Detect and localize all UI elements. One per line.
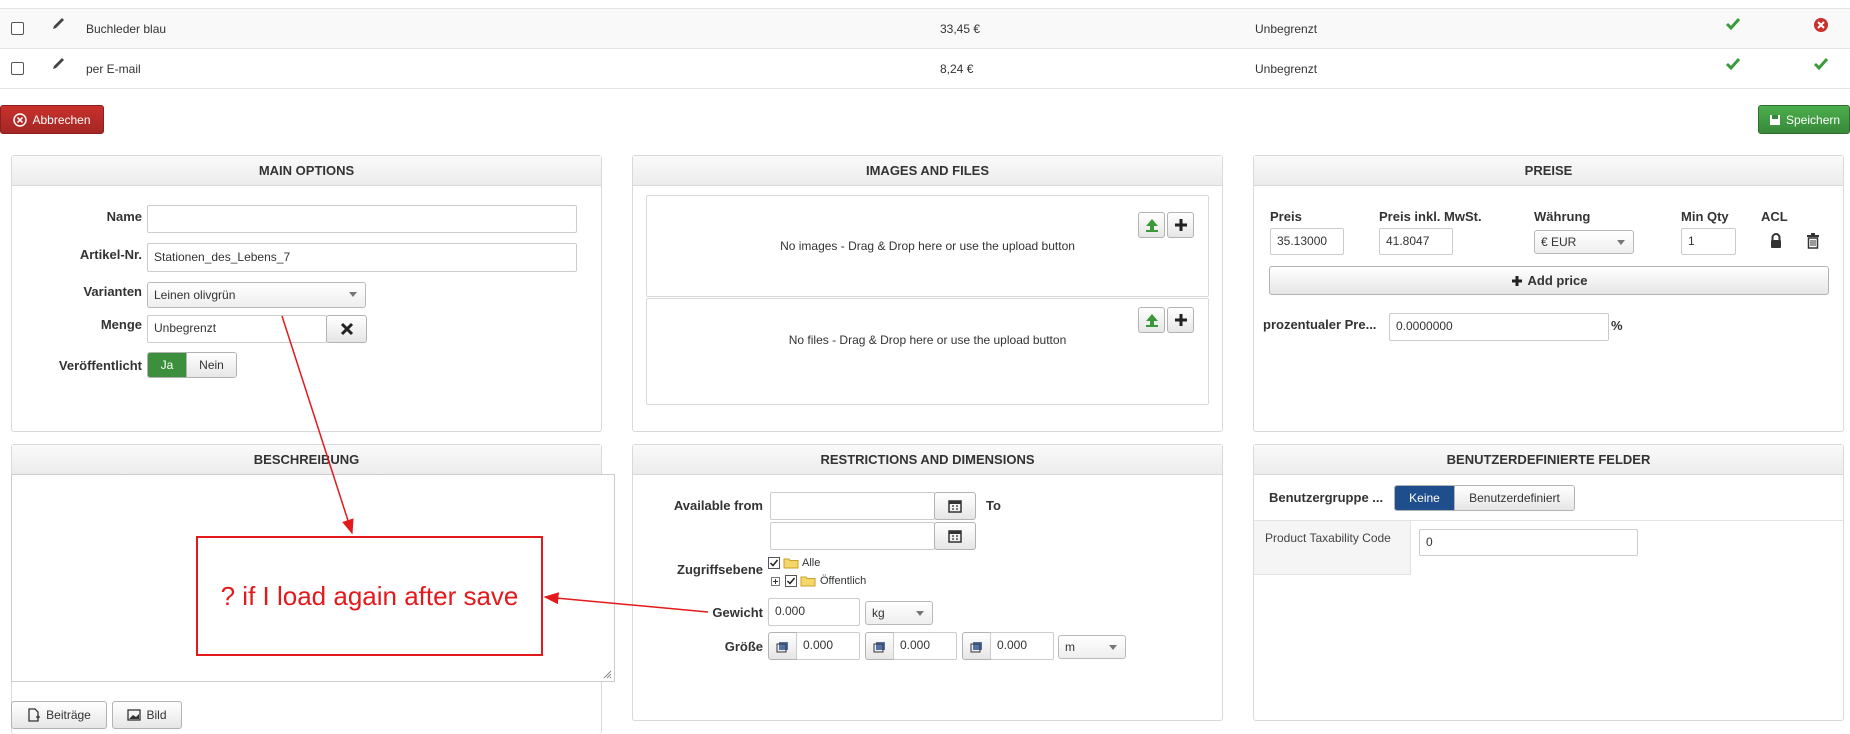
arrow-to-quantity: [281, 315, 354, 535]
annotation-callout: ? if I load again after save: [196, 536, 543, 656]
arrow-to-weight: [543, 592, 709, 613]
